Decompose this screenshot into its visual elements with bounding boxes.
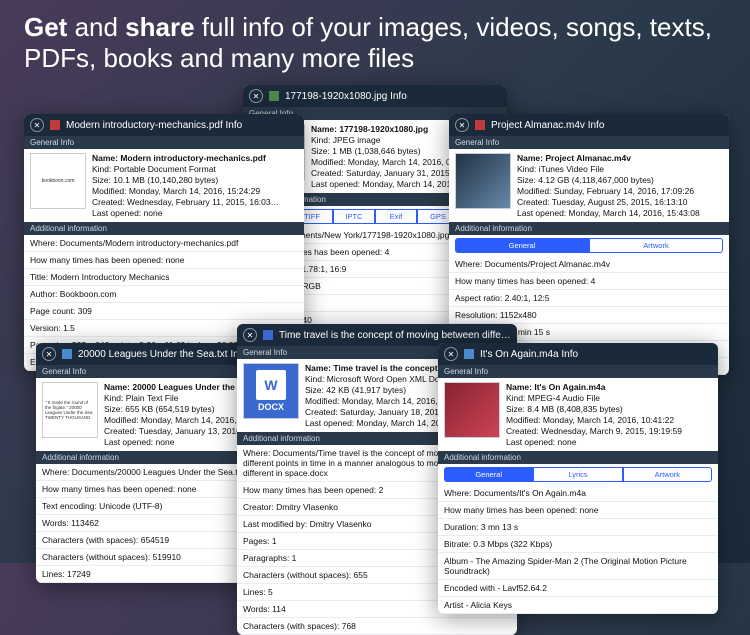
info-row: Aspect ratio: 2.40:1, 12:5 <box>449 290 729 307</box>
info-row: Where: Documents/Modern introductory-mec… <box>24 235 304 252</box>
panel-title: Time travel is the concept of moving bet… <box>279 330 511 341</box>
general-info: Name: Modern introductory-mechanics.pdf … <box>92 153 279 218</box>
tab-general[interactable]: General <box>455 238 589 253</box>
panel-header: ✕ Modern introductory-mechanics.pdf Info <box>24 114 304 136</box>
info-row: Album - The Amazing Spider-Man 2 (The Or… <box>438 553 718 580</box>
word-file-icon <box>263 330 273 340</box>
info-row: Page count: 309 <box>24 303 304 320</box>
close-icon[interactable]: ✕ <box>42 347 56 361</box>
section-general: General Info <box>438 365 718 378</box>
audio-file-icon <box>464 349 474 359</box>
info-row: Encoded with - Lavf52.64.2 <box>438 580 718 597</box>
tab-lyrics[interactable]: Lyrics <box>533 467 622 482</box>
thumbnail: " It made the round of the frigate." 200… <box>42 382 98 438</box>
section-general: General Info <box>449 136 729 149</box>
info-row: Title: Modern Introductory Mechanics <box>24 269 304 286</box>
info-row: Resolution: 1152x480 <box>449 307 729 324</box>
video-file-icon <box>475 120 485 130</box>
general-info: Name: Project Almanac.m4v Kind: iTunes V… <box>517 153 700 218</box>
general-info: Name: It's On Again.m4a Kind: MPEG-4 Aud… <box>506 382 682 447</box>
tab-general[interactable]: General <box>444 467 533 482</box>
text-file-icon <box>62 349 72 359</box>
thumbnail <box>455 153 511 209</box>
section-additional: Additional information <box>449 222 729 235</box>
tabs: General Artwork <box>449 235 729 256</box>
info-row: Bitrate: 0.3 Mbps (322 Kbps) <box>438 536 718 553</box>
panel-header: ✕ 177198-1920x1080.jpg Info <box>243 85 507 107</box>
tab-iptc[interactable]: IPTC <box>333 209 375 224</box>
panel-title: 20000 Leagues Under the Sea.txt Info <box>78 349 247 360</box>
tabs: General Lyrics Artwork <box>438 464 718 485</box>
panel-title: Modern introductory-mechanics.pdf Info <box>66 120 242 131</box>
info-row: Duration: 3 mn 13 s <box>438 519 718 536</box>
info-row: Where: Documents/Project Almanac.m4v <box>449 256 729 273</box>
image-file-icon <box>269 91 279 101</box>
info-row: How many times has been opened: 4 <box>449 273 729 290</box>
close-icon[interactable]: ✕ <box>444 347 458 361</box>
panel-header: ✕ Project Almanac.m4v Info <box>449 114 729 136</box>
section-additional: Additional information <box>438 451 718 464</box>
panel-title: Project Almanac.m4v Info <box>491 120 604 131</box>
close-icon[interactable]: ✕ <box>249 89 263 103</box>
panel-title: It's On Again.m4a Info <box>480 349 578 360</box>
tab-artwork[interactable]: Artwork <box>589 238 723 253</box>
panel-title: 177198-1920x1080.jpg Info <box>285 91 407 102</box>
close-icon[interactable]: ✕ <box>30 118 44 132</box>
panel-header: ✕ It's On Again.m4a Info <box>438 343 718 365</box>
info-list: Where: Documents/It's On Again.m4a How m… <box>438 485 718 614</box>
info-row: Where: Documents/It's On Again.m4a <box>438 485 718 502</box>
pdf-file-icon <box>50 120 60 130</box>
tab-exif[interactable]: Exif <box>375 209 417 224</box>
info-row: Artist - Alicia Keys <box>438 597 718 614</box>
thumbnail: bookboon.com <box>30 153 86 209</box>
info-row: How many times has been opened: none <box>24 252 304 269</box>
thumbnail: WDOCX <box>243 363 299 419</box>
info-row: Characters (with spaces): 768 <box>237 618 517 635</box>
thumbnail <box>444 382 500 438</box>
section-additional: Additional information <box>24 222 304 235</box>
info-row: How many times has been opened: none <box>438 502 718 519</box>
close-icon[interactable]: ✕ <box>243 328 257 342</box>
tab-artwork[interactable]: Artwork <box>623 467 712 482</box>
headline: Get and share full info of your images, … <box>24 12 726 74</box>
close-icon[interactable]: ✕ <box>455 118 469 132</box>
info-row: Author: Bookboon.com <box>24 286 304 303</box>
section-general: General Info <box>24 136 304 149</box>
panel-m4a: ✕ It's On Again.m4a Info General Info Na… <box>438 343 718 614</box>
